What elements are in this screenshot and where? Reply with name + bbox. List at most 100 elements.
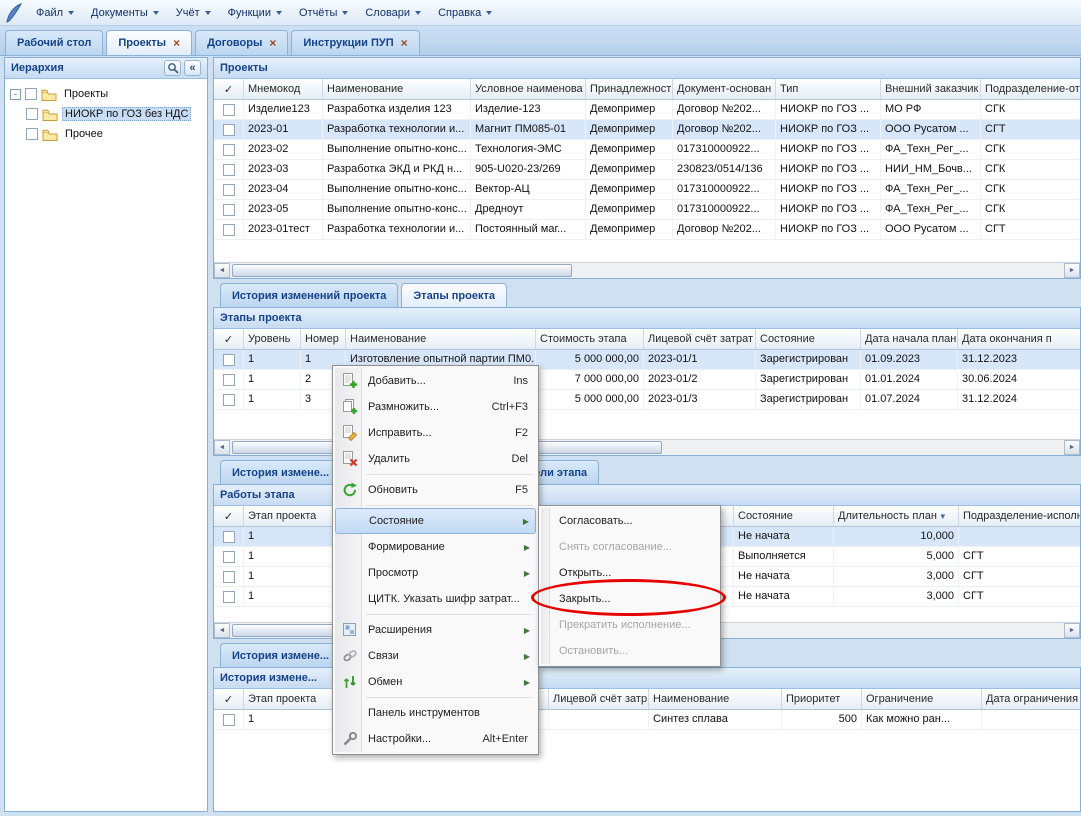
column-header-уровень[interactable]: Уровень: [244, 329, 301, 349]
row-checkbox[interactable]: [223, 394, 235, 406]
row-checkbox[interactable]: [223, 224, 235, 236]
tree-checkbox[interactable]: [25, 88, 37, 100]
tree-checkbox[interactable]: [26, 108, 38, 120]
row-checkbox[interactable]: [223, 591, 235, 603]
column-header-принадлежность[interactable]: Принадлежность: [586, 79, 673, 99]
tab-история-измене[interactable]: История измене...: [220, 460, 341, 484]
row-checkbox[interactable]: [223, 184, 235, 196]
close-tab-icon[interactable]: ×: [401, 38, 408, 48]
row-checkbox[interactable]: [223, 354, 235, 366]
row-checkbox[interactable]: [223, 204, 235, 216]
table-row[interactable]: Изделие123Разработка изделия 123Изделие-…: [214, 100, 1080, 120]
search-button[interactable]: [164, 60, 181, 76]
row-checkbox[interactable]: [223, 374, 235, 386]
menu-item-add[interactable]: Добавить...Ins: [335, 368, 536, 394]
column-header-наименование[interactable]: Наименование: [649, 689, 782, 709]
menu-item-open[interactable]: Открыть...: [541, 560, 718, 586]
menu-item-settings[interactable]: Настройки...Alt+Enter: [335, 726, 536, 752]
tab-договоры[interactable]: Договоры×: [195, 30, 288, 55]
column-header-приоритет[interactable]: Приоритет: [782, 689, 862, 709]
menu-item-state[interactable]: Состояние▶: [335, 508, 536, 534]
select-all-header[interactable]: ✓: [214, 79, 244, 99]
table-row[interactable]: 2023-03Разработка ЭКД и РКД н...905-U020…: [214, 160, 1080, 180]
column-header-мнемокод[interactable]: Мнемокод: [244, 79, 323, 99]
menubar-item-словари[interactable]: Словари: [357, 3, 429, 23]
table-row[interactable]: 2023-04Выполнение опытно-конс...Вектор-А…: [214, 180, 1080, 200]
table-row[interactable]: 2023-05Выполнение опытно-конс...Дредноут…: [214, 200, 1080, 220]
menu-item-edit[interactable]: Исправить...F2: [335, 420, 536, 446]
column-header-условное-наименова[interactable]: Условное наименова: [471, 79, 586, 99]
scroll-left-button[interactable]: ◄: [214, 263, 230, 278]
row-checkbox[interactable]: [223, 531, 235, 543]
column-header-наименование[interactable]: Наименование: [346, 329, 536, 349]
tree-node-проекты[interactable]: -Проекты: [5, 84, 207, 104]
tab-проекты[interactable]: Проекты×: [106, 30, 192, 55]
scroll-right-button[interactable]: ►: [1064, 440, 1080, 455]
row-checkbox[interactable]: [223, 164, 235, 176]
menubar-item-документы[interactable]: Документы: [83, 3, 167, 23]
menu-item-delete[interactable]: УдалитьDel: [335, 446, 536, 472]
scroll-right-button[interactable]: ►: [1064, 263, 1080, 278]
menu-item-view[interactable]: Просмотр▶: [335, 560, 536, 586]
column-header-стоимость-этапа[interactable]: Стоимость этапа: [536, 329, 644, 349]
select-all-header[interactable]: ✓: [214, 689, 244, 709]
menubar-item-учёт[interactable]: Учёт: [168, 3, 219, 23]
row-checkbox[interactable]: [223, 571, 235, 583]
column-header-тип[interactable]: Тип: [776, 79, 881, 99]
menu-item-close[interactable]: Закрыть...: [541, 586, 718, 612]
select-all-header[interactable]: ✓: [214, 506, 244, 526]
column-header-состояние[interactable]: Состояние: [734, 506, 834, 526]
menu-item-links[interactable]: Связи▶: [335, 643, 536, 669]
column-header-этап-проекта[interactable]: Этап проекта: [244, 689, 334, 709]
column-header-подразделение-от[interactable]: Подразделение-от: [981, 79, 1080, 99]
tree-checkbox[interactable]: [26, 128, 38, 140]
collapse-toggle-icon[interactable]: -: [10, 89, 21, 100]
column-header-ограничение[interactable]: Ограничение: [862, 689, 982, 709]
tab-этапы-проекта[interactable]: Этапы проекта: [401, 283, 507, 307]
column-header-лицевой-счёт-затр[interactable]: Лицевой счёт затр: [549, 689, 649, 709]
menubar-item-отчёты[interactable]: Отчёты: [291, 3, 356, 23]
row-checkbox[interactable]: [223, 551, 235, 563]
row-checkbox[interactable]: [223, 144, 235, 156]
menubar-item-справка[interactable]: Справка: [430, 3, 500, 23]
menu-item-toolbar[interactable]: Панель инструментов: [335, 700, 536, 726]
menu-item-approve[interactable]: Согласовать...: [541, 508, 718, 534]
menubar-item-функции[interactable]: Функции: [220, 3, 290, 23]
menu-item-exchange[interactable]: Обмен▶: [335, 669, 536, 695]
column-header-состояние[interactable]: Состояние: [756, 329, 861, 349]
column-header-наименование[interactable]: Наименование: [323, 79, 471, 99]
table-row[interactable]: 2023-01Разработка технологии и...Магнит …: [214, 120, 1080, 140]
column-header-подразделение-исполн[interactable]: Подразделение-исполн: [959, 506, 1080, 526]
scroll-left-button[interactable]: ◄: [214, 440, 230, 455]
column-header-номер[interactable]: Номер: [301, 329, 346, 349]
scroll-track[interactable]: [230, 263, 1064, 278]
tree-node-прочее[interactable]: Прочее: [5, 124, 207, 144]
row-checkbox[interactable]: [223, 124, 235, 136]
table-row[interactable]: 2023-01тестРазработка технологии и...Пос…: [214, 220, 1080, 240]
tab-история-изменений-проекта[interactable]: История изменений проекта: [220, 283, 398, 307]
row-checkbox[interactable]: [223, 714, 235, 726]
column-header-этап-проекта[interactable]: Этап проекта: [244, 506, 334, 526]
column-header-внешний-заказчик[interactable]: Внешний заказчик: [881, 79, 981, 99]
horizontal-scrollbar[interactable]: ◄►: [214, 262, 1080, 278]
column-header-документ-основан[interactable]: Документ-основан: [673, 79, 776, 99]
tab-история-измене[interactable]: История измене...: [220, 643, 341, 667]
menu-item-citk[interactable]: ЦИТК. Указать шифр затрат...: [335, 586, 536, 612]
menubar-item-файл[interactable]: Файл: [28, 3, 82, 23]
scroll-thumb[interactable]: [232, 264, 572, 277]
row-checkbox[interactable]: [223, 104, 235, 116]
close-tab-icon[interactable]: ×: [173, 38, 180, 48]
column-header-лицевой-счёт-затрат[interactable]: Лицевой счёт затрат: [644, 329, 756, 349]
menu-item-extensions[interactable]: Расширения▶: [335, 617, 536, 643]
tab-рабочий-стол[interactable]: Рабочий стол: [5, 30, 103, 55]
column-header-дата-начала-план[interactable]: Дата начала план: [861, 329, 958, 349]
column-header-дата-окончания-п[interactable]: Дата окончания п: [958, 329, 1080, 349]
select-all-header[interactable]: ✓: [214, 329, 244, 349]
table-row[interactable]: 2023-02Выполнение опытно-конс...Технолог…: [214, 140, 1080, 160]
tab-инструкции-пуп[interactable]: Инструкции ПУП×: [291, 30, 419, 55]
collapse-panel-button[interactable]: «: [184, 60, 201, 76]
close-tab-icon[interactable]: ×: [269, 38, 276, 48]
menu-item-formation[interactable]: Формирование▶: [335, 534, 536, 560]
scroll-right-button[interactable]: ►: [1064, 623, 1080, 638]
tree-node-ниокр-по-гоз-без-ндс[interactable]: НИОКР по ГОЗ без НДС: [5, 104, 207, 124]
